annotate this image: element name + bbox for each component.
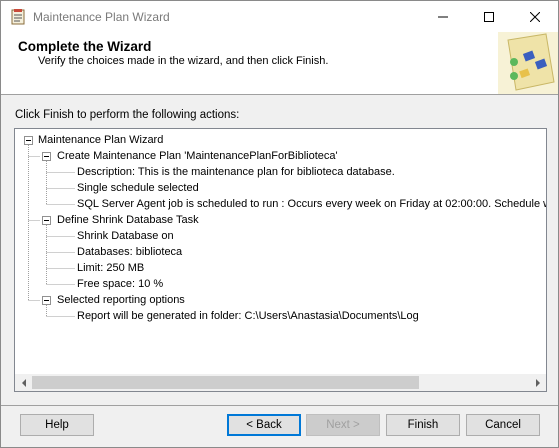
help-button[interactable]: Help bbox=[20, 414, 94, 436]
close-button[interactable] bbox=[512, 1, 558, 32]
instruction-text: Click Finish to perform the following ac… bbox=[15, 109, 240, 121]
tree-item-report-folder[interactable]: Report will be generated in folder: C:\U… bbox=[77, 309, 419, 323]
tree-root-label[interactable]: Maintenance Plan Wizard bbox=[38, 133, 163, 147]
scroll-right-button[interactable] bbox=[529, 374, 546, 391]
window-title: Maintenance Plan Wizard bbox=[33, 10, 170, 24]
wizard-banner-icon bbox=[498, 32, 558, 94]
page-subtitle: Verify the choices made in the wizard, a… bbox=[38, 55, 329, 67]
collapse-reporting-icon[interactable] bbox=[42, 296, 51, 305]
tree-item-reporting[interactable]: Selected reporting options bbox=[57, 293, 185, 307]
summary-tree[interactable]: Maintenance Plan Wizard Create Maintenan… bbox=[14, 128, 547, 392]
tree-item-create-plan[interactable]: Create Maintenance Plan 'MaintenancePlan… bbox=[57, 149, 338, 163]
scroll-left-button[interactable] bbox=[15, 374, 32, 391]
tree-item-databases[interactable]: Databases: biblioteca bbox=[77, 245, 182, 259]
wizard-window: Maintenance Plan Wizard Complete the Wiz… bbox=[0, 0, 559, 448]
next-button: Next > bbox=[306, 414, 380, 436]
chevron-right-icon bbox=[535, 378, 540, 387]
maximize-icon bbox=[484, 11, 494, 22]
tree-item-limit[interactable]: Limit: 250 MB bbox=[77, 261, 144, 275]
collapse-root-icon[interactable] bbox=[24, 136, 33, 145]
minimize-icon bbox=[438, 16, 448, 17]
footer-separator bbox=[1, 405, 558, 406]
tree-item-shrink-database[interactable]: Shrink Database on bbox=[77, 229, 174, 243]
maximize-button[interactable] bbox=[466, 1, 512, 32]
cancel-button[interactable]: Cancel bbox=[466, 414, 540, 436]
page-title: Complete the Wizard bbox=[18, 39, 152, 54]
collapse-create-plan-icon[interactable] bbox=[42, 152, 51, 161]
back-button[interactable]: < Back bbox=[227, 414, 301, 436]
finish-button[interactable]: Finish bbox=[386, 414, 460, 436]
minimize-button[interactable] bbox=[420, 1, 466, 32]
close-icon bbox=[530, 11, 540, 22]
tree-item-description[interactable]: Description: This is the maintenance pla… bbox=[77, 165, 395, 179]
collapse-shrink-task-icon[interactable] bbox=[42, 216, 51, 225]
tree-item-agent-job[interactable]: SQL Server Agent job is scheduled to run… bbox=[77, 197, 546, 211]
tree-item-shrink-task[interactable]: Define Shrink Database Task bbox=[57, 213, 199, 227]
tree-item-schedule[interactable]: Single schedule selected bbox=[77, 181, 199, 195]
horizontal-scrollbar[interactable] bbox=[15, 374, 546, 391]
scrollbar-thumb[interactable] bbox=[32, 376, 419, 389]
wizard-header: Complete the Wizard Verify the choices m… bbox=[1, 32, 558, 95]
wizard-app-icon bbox=[11, 9, 25, 25]
chevron-left-icon bbox=[21, 378, 26, 387]
title-bar[interactable]: Maintenance Plan Wizard bbox=[1, 1, 558, 32]
tree-item-free-space[interactable]: Free space: 10 % bbox=[77, 277, 163, 291]
